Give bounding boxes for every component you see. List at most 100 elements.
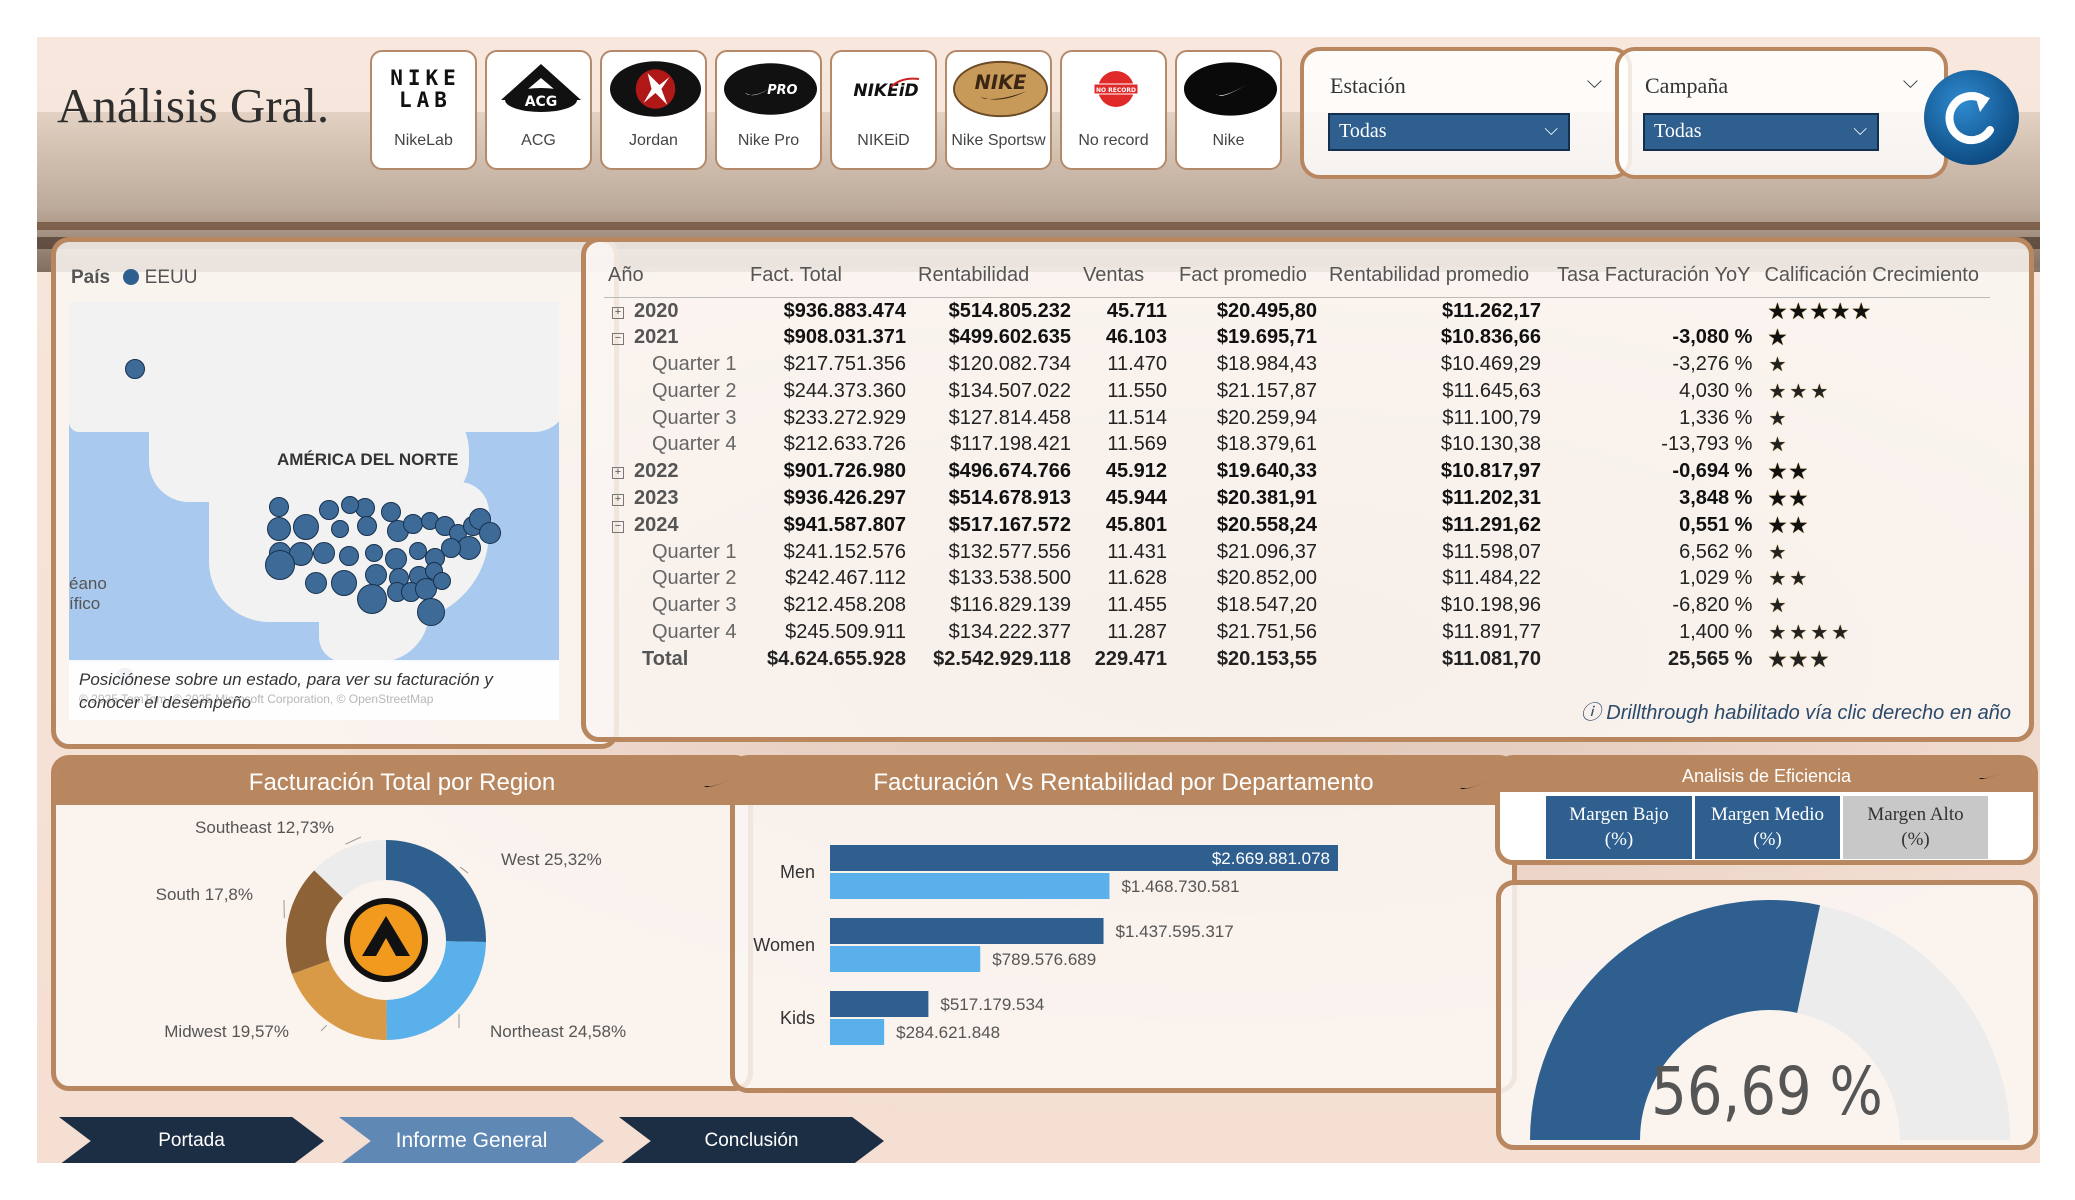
brand-button-nikeid[interactable]: NIKEiD NIKEiD — [830, 50, 937, 170]
collapse-icon[interactable]: − — [612, 520, 624, 533]
matrix-quarter-row[interactable]: Quarter 3 $212.458.208 $116.829.139 11.455 $… — [604, 592, 1990, 619]
value-cell-ventas: 46.103 — [1105, 326, 1167, 349]
value-cell-fact: $242.467.112 — [785, 567, 906, 590]
map-bubble[interactable] — [331, 520, 349, 538]
campana-dropdown[interactable]: Todas ⌵ — [1643, 113, 1879, 151]
matrix-panel: Año Fact. Total Rentabilidad Ventas Fact… — [581, 237, 2034, 742]
collapse-icon[interactable]: − — [612, 333, 624, 346]
value-cell-fact: $244.373.360 — [783, 379, 906, 402]
nav-portada[interactable]: Portada — [59, 1117, 324, 1163]
value-cell-rent: $127.814.458 — [948, 406, 1071, 429]
matrix-quarter-row[interactable]: Quarter 2 $244.373.360 $134.507.022 11.550 $… — [604, 378, 1990, 405]
map-bubble[interactable] — [125, 359, 145, 379]
estacion-dropdown[interactable]: Todas ⌵ — [1328, 113, 1570, 151]
map-bubble[interactable] — [305, 572, 327, 594]
map-bubble[interactable] — [381, 502, 401, 522]
map-bubble[interactable] — [265, 550, 295, 580]
region-donut-chart[interactable]: West 25,32% Northeast 24,58% Midwest 19,57… — [56, 805, 748, 1086]
bar-men-series-1[interactable] — [830, 873, 1110, 899]
value-cell-fprom: $20.852,00 — [1216, 567, 1317, 590]
map-bubble[interactable] — [313, 542, 335, 564]
map-bubble[interactable] — [341, 496, 359, 514]
matrix-quarter-row[interactable]: Quarter 3 $233.272.929 $127.814.458 11.514 $… — [604, 405, 1990, 432]
value-cell-ventas: 11.569 — [1107, 433, 1167, 456]
expand-icon[interactable]: + — [612, 306, 624, 319]
matrix-year-row[interactable]: −2021 $908.031.371 $499.602.635 46.103 $19.6… — [604, 324, 1990, 351]
map-bubble[interactable] — [417, 598, 445, 626]
rating-stars: ★★★★★ — [1768, 300, 1874, 323]
col-header[interactable]: Rentabilidad — [914, 254, 1079, 298]
matrix-total-row[interactable]: Total $4.624.655.928 $2.542.929.118 229.471… — [604, 646, 1990, 673]
value-cell-fact: $245.509.911 — [785, 620, 906, 643]
brand-button-nike-pro[interactable]: PRO Nike Pro — [715, 50, 822, 170]
nav-informe-general[interactable]: Informe General — [339, 1117, 604, 1163]
value-cell-ventas: 11.514 — [1107, 406, 1167, 429]
map-bubble[interactable] — [403, 514, 423, 534]
row-label: Quarter 4 — [652, 620, 737, 643]
col-header[interactable]: Año — [604, 254, 746, 298]
map-ocean-label: ífico — [69, 594, 101, 613]
map-bubble[interactable] — [433, 572, 451, 590]
row-label-cell: Quarter 4 — [604, 619, 746, 646]
value-cell-fprom: $19.640,33 — [1216, 460, 1317, 483]
value-cell-yoy: 3,848 % — [1679, 486, 1753, 509]
chevron-down-icon[interactable]: ⌵ — [1903, 71, 1918, 94]
matrix-quarter-row[interactable]: Quarter 4 $212.633.726 $117.198.421 11.569 $… — [604, 431, 1990, 458]
bar-kids-series-0[interactable] — [830, 991, 929, 1017]
category-label: Women — [753, 935, 815, 955]
value-cell-fprom: $20.153,55 — [1216, 647, 1317, 670]
department-bar-chart[interactable]: Men $2.669.881.078 $1.468.730.581 Women $1.4… — [735, 805, 1512, 1088]
matrix-year-row[interactable]: −2024 $941.587.807 $517.167.572 45.801 $20.5… — [604, 512, 1990, 539]
map-bubble[interactable] — [385, 548, 407, 570]
chevron-down-icon[interactable]: ⌵ — [1587, 71, 1602, 94]
brand-button-jordan[interactable]: Jordan — [600, 50, 707, 170]
map-bubble[interactable] — [331, 570, 357, 596]
value-cell-ventas: 11.431 — [1107, 540, 1167, 563]
map-bubble[interactable] — [365, 544, 383, 562]
map-bubble[interactable] — [357, 584, 387, 614]
map-bubble[interactable] — [479, 522, 501, 544]
reset-filters-button[interactable] — [1924, 70, 2019, 165]
matrix-quarter-row[interactable]: Quarter 4 $245.509.911 $134.222.377 11.287 $… — [604, 619, 1990, 646]
row-label: Quarter 1 — [652, 540, 737, 563]
brand-button-nikelab[interactable]: NIKE LAB NikeLab — [370, 50, 477, 170]
brand-button-no-record[interactable]: NO RECORD No record — [1060, 50, 1167, 170]
value-cell-ventas: 229.471 — [1094, 647, 1167, 670]
col-header[interactable]: Fact promedio — [1175, 254, 1325, 298]
map-bubble[interactable] — [267, 517, 291, 541]
margen-alto-button[interactable]: Margen Alto (%) — [1843, 796, 1988, 859]
map-bubble[interactable] — [357, 516, 377, 536]
map-bubble[interactable] — [441, 538, 461, 558]
map-bubble[interactable] — [339, 546, 359, 566]
nav-conclusion[interactable]: Conclusión — [619, 1117, 884, 1163]
matrix-quarter-row[interactable]: Quarter 1 $217.751.356 $120.082.734 11.470 $… — [604, 351, 1990, 378]
matrix-year-row[interactable]: +2023 $936.426.297 $514.678.913 45.944 $20.3… — [604, 485, 1990, 512]
matrix-quarter-row[interactable]: Quarter 1 $241.152.576 $132.577.556 11.431 $… — [604, 539, 1990, 566]
col-header[interactable]: Tasa Facturación YoY — [1553, 254, 1761, 298]
brand-label: ACG — [521, 132, 556, 149]
matrix-quarter-row[interactable]: Quarter 2 $242.467.112 $133.538.500 11.628 $… — [604, 565, 1990, 592]
col-header[interactable]: Ventas — [1079, 254, 1175, 298]
margen-medio-button[interactable]: Margen Medio (%) — [1695, 796, 1840, 859]
expand-icon[interactable]: + — [612, 493, 624, 506]
map-bubble[interactable] — [319, 500, 339, 520]
margen-bajo-button[interactable]: Margen Bajo (%) — [1546, 796, 1692, 859]
map-bubble[interactable] — [293, 514, 319, 540]
col-header[interactable]: Fact. Total — [746, 254, 914, 298]
report-canvas: Análisis Gral. NIKE LAB NikeLab ACG ACG J… — [37, 37, 2040, 1163]
brand-button-acg[interactable]: ACG ACG — [485, 50, 592, 170]
bar-women-series-1[interactable] — [830, 946, 981, 972]
map-bubble[interactable] — [269, 497, 289, 517]
bar-kids-series-1[interactable] — [830, 1019, 885, 1045]
map-bubble[interactable] — [365, 564, 387, 586]
brand-button-nike-sportswear[interactable]: NIKE Nike Sportsw — [945, 50, 1052, 170]
matrix-year-row[interactable]: +2022 $901.726.980 $496.674.766 45.912 $19.6… — [604, 458, 1990, 485]
us-map[interactable]: AMÉRICA DEL NORTE éano ífico — [69, 302, 559, 662]
expand-icon[interactable]: + — [612, 467, 624, 480]
matrix-year-row[interactable]: +2020 $936.883.474 $514.805.232 45.711 $20.4… — [604, 298, 1990, 325]
value-cell-yoy: -0,694 % — [1672, 460, 1753, 483]
col-header[interactable]: Calificación Crecimiento — [1760, 254, 1991, 298]
brand-button-nike[interactable]: Nike — [1175, 50, 1282, 170]
bar-women-series-0[interactable] — [830, 918, 1104, 944]
col-header[interactable]: Rentabilidad promedio — [1325, 254, 1553, 298]
